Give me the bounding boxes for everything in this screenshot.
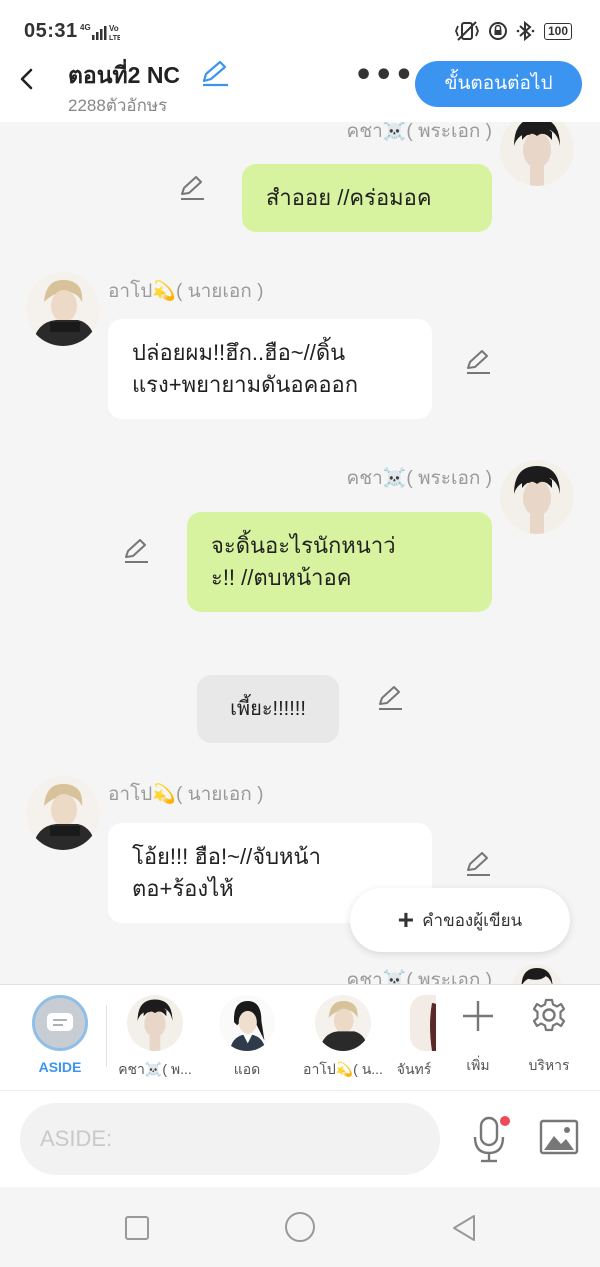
message-bubble[interactable]: ปล่อยผม!!ฮึก..ฮือ~//ดิ้น แรง+พยายามดันอค…: [108, 319, 432, 419]
back-arrow-icon[interactable]: [16, 68, 38, 90]
avatar: [127, 995, 183, 1051]
character-label: อาโป💫( น...: [303, 1061, 383, 1077]
message-bubble[interactable]: จะดิ้นอะไรนักหนาว่ ะ!! //ตบหน้าอค: [187, 512, 492, 612]
speaker-name: อาโป💫( นายเอก ): [108, 281, 264, 302]
microphone-icon[interactable]: [470, 1115, 510, 1165]
edit-message-icon[interactable]: [178, 174, 206, 202]
app-header: ตอนที่2 NC 2288ตัวอักษร ••• ขั้นตอนต่อไป: [0, 50, 600, 122]
avatar-kacha[interactable]: [500, 460, 574, 534]
edit-message-icon[interactable]: [376, 684, 404, 712]
recents-icon[interactable]: [124, 1215, 150, 1241]
character-aside[interactable]: ASIDE: [22, 995, 98, 1075]
vibrate-icon: [454, 21, 479, 41]
svg-text:LTE: LTE: [109, 35, 120, 42]
edit-message-icon[interactable]: [122, 537, 150, 565]
avatar-apo[interactable]: [26, 776, 100, 850]
add-character-button[interactable]: เพิ่ม: [448, 995, 508, 1077]
more-options-icon[interactable]: •••: [354, 61, 415, 91]
message-input[interactable]: ASIDE:: [20, 1103, 440, 1175]
character-apo[interactable]: อาโป💫( น...: [298, 995, 388, 1081]
input-bar: ASIDE:: [0, 1090, 600, 1187]
next-step-button[interactable]: ขั้นตอนต่อไป: [415, 61, 582, 107]
signal-icon: 4G Vo LTE: [80, 22, 122, 45]
edit-message-icon[interactable]: [464, 348, 492, 376]
writer-note-label: คำของผู้เขียน: [422, 910, 523, 930]
back-icon[interactable]: [450, 1213, 478, 1243]
avatar-kacha[interactable]: [512, 964, 562, 984]
speaker-name: อาโป💫( นายเอก ): [108, 784, 264, 805]
edit-message-icon[interactable]: [464, 850, 492, 878]
bluetooth-icon: [516, 20, 535, 42]
status-icons: 100: [454, 19, 572, 43]
avatar-apo[interactable]: [26, 272, 100, 346]
aside-icon: [32, 995, 88, 1051]
lock-rotation-icon: [488, 22, 507, 40]
battery-indicator: 100: [543, 22, 572, 40]
character-label: จันทร์: [396, 1061, 432, 1077]
character-ad[interactable]: แอด: [210, 995, 284, 1081]
speaker-name: คชา☠️( พระเอก ): [346, 468, 493, 489]
character-label: แอด: [233, 1061, 261, 1077]
writer-note-button[interactable]: + คำของผู้เขียน: [350, 888, 570, 952]
speaker-name: คชา☠️( พระเอก ): [346, 970, 493, 984]
speaker-name: คชา☠️( พระเอก ): [346, 122, 493, 142]
system-nav-bar: [0, 1187, 600, 1267]
plus-icon: +: [397, 904, 415, 935]
character-count: 2288ตัวอักษร: [68, 96, 168, 115]
svg-text:Vo: Vo: [109, 24, 119, 33]
page-title: ตอนที่2 NC: [68, 62, 181, 88]
character-picker: ASIDE คชา☠️( พ... แอด อาโป💫( น... จันทร์…: [0, 984, 600, 1090]
character-label: คชา☠️( พ...: [118, 1061, 192, 1077]
edit-title-icon[interactable]: [200, 59, 230, 87]
home-icon[interactable]: [284, 1211, 316, 1243]
chat-area: คชา☠️( พระเอก ) สำออย //คร่อมอค อาโป💫( น…: [0, 122, 600, 984]
avatar: [315, 995, 371, 1051]
character-label: ASIDE: [38, 1059, 82, 1075]
image-icon[interactable]: [539, 1119, 579, 1155]
character-kacha[interactable]: คชา☠️( พ...: [110, 995, 200, 1081]
avatar-kacha[interactable]: [500, 122, 574, 186]
avatar: [410, 995, 436, 1051]
divider: [106, 1005, 107, 1067]
message-bubble[interactable]: สำออย //คร่อมอค: [242, 164, 492, 232]
character-jan[interactable]: จันทร์: [392, 995, 436, 1081]
character-label: เพิ่ม: [466, 1057, 490, 1073]
aside-bubble[interactable]: เพี้ยะ!!!!!!: [197, 675, 339, 743]
plus-icon: [463, 1001, 493, 1031]
status-time: 05:31: [24, 20, 78, 42]
avatar: [219, 995, 275, 1051]
character-label: บริหาร: [528, 1057, 570, 1073]
manage-characters-button[interactable]: บริหาร: [518, 995, 580, 1077]
svg-text:4G: 4G: [80, 23, 91, 32]
gear-icon: [532, 998, 566, 1032]
